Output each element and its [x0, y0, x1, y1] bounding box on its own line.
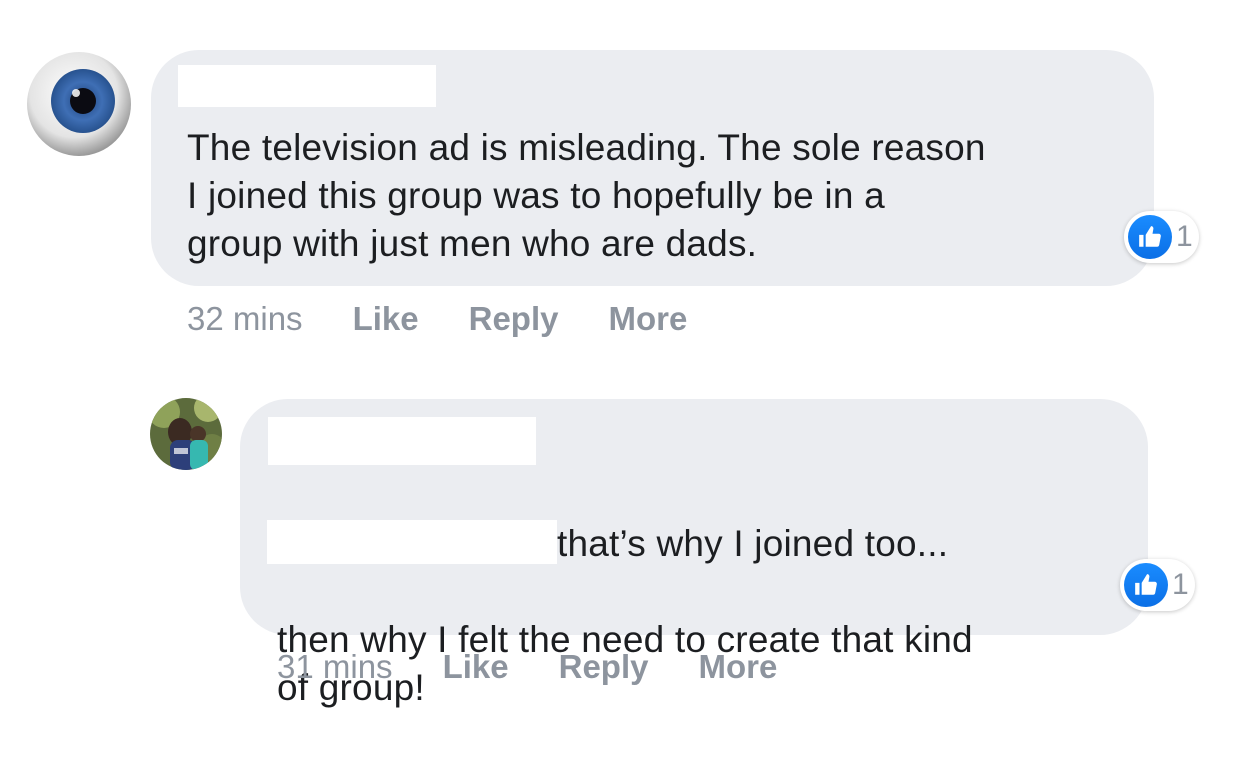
reaction-summary[interactable]: 1	[1124, 211, 1199, 263]
reply-button[interactable]: Reply	[469, 300, 559, 338]
reaction-count: 1	[1176, 220, 1193, 253]
comment-text: that’s why I joined too... then why I fe…	[267, 472, 973, 760]
timestamp[interactable]: 32 mins	[187, 300, 303, 338]
like-button[interactable]: Like	[443, 648, 509, 686]
first-line: that’s why I joined too...	[267, 520, 973, 568]
reaction-summary[interactable]: 1	[1120, 559, 1195, 611]
text-after-mention: that’s why I joined too...	[557, 523, 949, 564]
reply-button[interactable]: Reply	[559, 648, 649, 686]
timestamp[interactable]: 31 mins	[277, 648, 393, 686]
comment-actions: 31 mins Like Reply More	[277, 648, 777, 686]
more-button[interactable]: More	[698, 648, 777, 686]
comment-text: The television ad is misleading. The sol…	[187, 127, 986, 264]
more-button[interactable]: More	[608, 300, 687, 338]
photo-avatar-icon	[150, 398, 222, 470]
comment-actions: 32 mins Like Reply More	[187, 300, 687, 338]
author-name[interactable]	[268, 417, 536, 465]
like-reaction-icon	[1124, 563, 1168, 607]
avatar[interactable]	[150, 398, 222, 470]
avatar[interactable]	[26, 51, 132, 157]
like-button[interactable]: Like	[353, 300, 419, 338]
author-name[interactable]	[178, 65, 436, 107]
like-reaction-icon	[1128, 215, 1172, 259]
eyeball-avatar-icon	[27, 52, 131, 156]
reaction-count: 1	[1172, 568, 1189, 601]
mention-link[interactable]	[267, 520, 557, 564]
